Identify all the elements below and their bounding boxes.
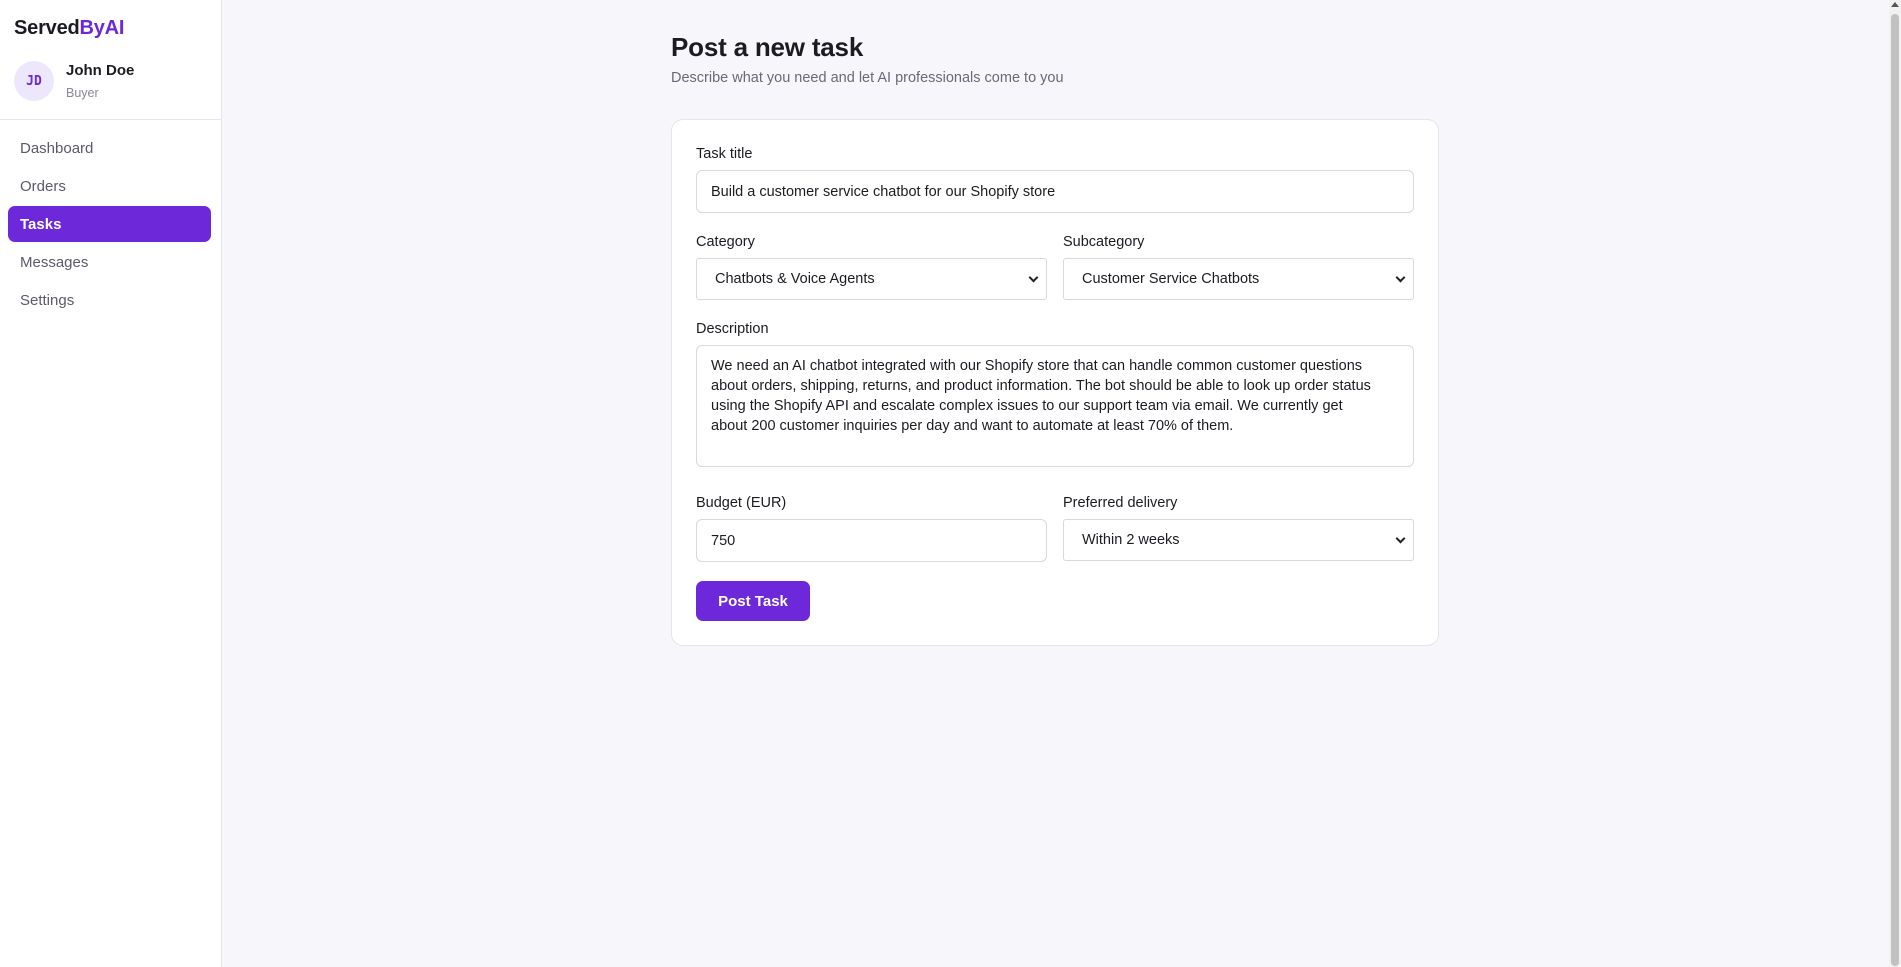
category-select[interactable]: Chatbots & Voice Agents — [696, 258, 1047, 300]
page-header: Post a new task Describe what you need a… — [671, 31, 1471, 87]
sidebar-nav: Dashboard Orders Tasks Messages Settings — [8, 130, 211, 320]
subcategory-select[interactable]: Customer Service Chatbots — [1063, 258, 1414, 300]
brand-name-prefix: Served — [14, 17, 80, 39]
sidebar-item-orders[interactable]: Orders — [8, 168, 211, 204]
user-profile: JD John Doe Buyer — [14, 60, 134, 102]
sidebar-item-messages[interactable]: Messages — [8, 244, 211, 280]
subcategory-select-value: Customer Service Chatbots — [1082, 271, 1260, 287]
description-textarea[interactable]: We need an AI chatbot integrated with ou… — [696, 345, 1414, 467]
brand-name-accent: ByAI — [79, 17, 125, 39]
scroll-up-arrow-icon[interactable] — [1891, 2, 1899, 7]
sidebar-item-dashboard[interactable]: Dashboard — [8, 130, 211, 166]
brand-logo[interactable]: ServedByAI — [14, 17, 124, 40]
delivery-select-value: Within 2 weeks — [1082, 532, 1180, 548]
description-line: about 200 customer inquiries per day and… — [711, 418, 1234, 434]
description-line: about orders, shipping, returns, and pro… — [711, 378, 1371, 394]
page-title: Post a new task — [671, 32, 864, 62]
description-label: Description — [696, 321, 769, 337]
delivery-label: Preferred delivery — [1063, 495, 1178, 511]
sidebar: ServedByAI JD John Doe Buyer Dashboard O… — [0, 0, 222, 967]
sidebar-item-tasks[interactable]: Tasks — [8, 206, 211, 242]
budget-input[interactable] — [696, 519, 1047, 562]
delivery-select[interactable]: Within 2 weeks — [1063, 519, 1414, 561]
post-task-button[interactable]: Post Task — [696, 581, 810, 621]
task-title-input[interactable] — [696, 170, 1414, 213]
chevron-down-icon — [1028, 272, 1039, 283]
description-line: We need an AI chatbot integrated with ou… — [711, 358, 1363, 374]
page-scrollbar[interactable] — [1889, 0, 1901, 967]
category-select-value: Chatbots & Voice Agents — [715, 271, 875, 287]
budget-label: Budget (EUR) — [696, 495, 787, 511]
sidebar-item-settings[interactable]: Settings — [8, 282, 211, 318]
chevron-down-icon — [1395, 533, 1406, 544]
description-line: using the Shopify API and escalate compl… — [711, 398, 1343, 414]
user-role: Buyer — [66, 86, 99, 100]
chevron-down-icon — [1395, 272, 1406, 283]
subcategory-label: Subcategory — [1063, 234, 1145, 250]
task-title-label: Task title — [696, 146, 753, 162]
category-label: Category — [696, 234, 755, 250]
page-subtitle: Describe what you need and let AI profes… — [671, 70, 1064, 86]
sidebar-divider — [0, 119, 221, 120]
user-name: John Doe — [66, 62, 135, 79]
task-form-card: Task title Category Chatbots & Voice Age… — [671, 119, 1439, 646]
scrollbar-thumb[interactable] — [1891, 14, 1899, 966]
avatar: JD — [14, 61, 54, 101]
